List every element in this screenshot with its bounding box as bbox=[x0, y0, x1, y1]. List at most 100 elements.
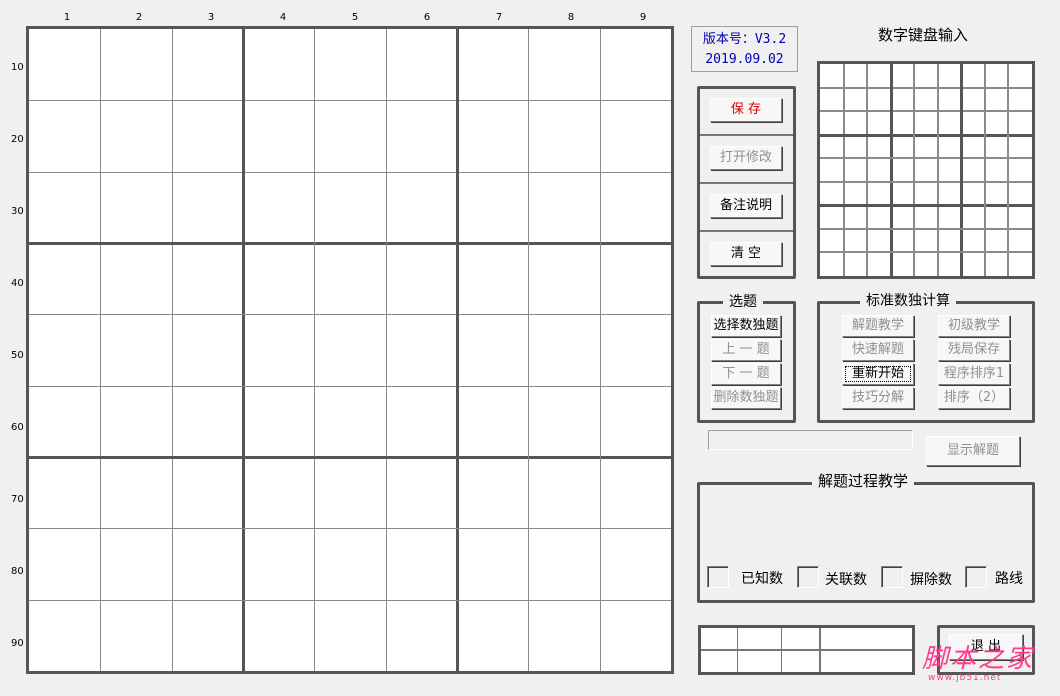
save-button[interactable]: 保 存 bbox=[710, 98, 782, 122]
numpad-grid[interactable] bbox=[817, 61, 1035, 279]
grid-cell[interactable] bbox=[820, 64, 844, 88]
grid-cell[interactable] bbox=[457, 314, 528, 385]
grid-cell[interactable] bbox=[457, 600, 528, 671]
grid-cell[interactable] bbox=[528, 600, 599, 671]
grid-cell[interactable] bbox=[243, 314, 314, 385]
grid-cell[interactable] bbox=[314, 100, 385, 171]
grid-cell[interactable] bbox=[1008, 64, 1032, 88]
grid-cell[interactable] bbox=[938, 64, 962, 88]
grid-cell[interactable] bbox=[820, 158, 844, 182]
sort2-button[interactable]: 排序（2） bbox=[938, 387, 1010, 409]
grid-cell[interactable] bbox=[985, 111, 1009, 135]
grid-cell[interactable] bbox=[314, 172, 385, 243]
grid-cell[interactable] bbox=[172, 386, 243, 457]
grid-cell[interactable] bbox=[1008, 111, 1032, 135]
grid-cell[interactable] bbox=[867, 205, 891, 229]
grid-cell[interactable] bbox=[961, 64, 985, 88]
grid-cell[interactable] bbox=[820, 182, 844, 206]
grid-cell[interactable] bbox=[600, 314, 671, 385]
grid-cell[interactable] bbox=[914, 111, 938, 135]
grid-cell[interactable] bbox=[457, 172, 528, 243]
grid-cell[interactable] bbox=[314, 600, 385, 671]
grid-cell[interactable] bbox=[600, 386, 671, 457]
grid-cell[interactable] bbox=[938, 88, 962, 112]
grid-cell[interactable] bbox=[961, 182, 985, 206]
grid-cell[interactable] bbox=[891, 135, 915, 159]
grid-cell[interactable] bbox=[961, 252, 985, 276]
grid-cell[interactable] bbox=[867, 158, 891, 182]
grid-cell[interactable] bbox=[29, 29, 100, 100]
grid-cell[interactable] bbox=[914, 182, 938, 206]
grid-cell[interactable] bbox=[600, 243, 671, 314]
grid-cell[interactable] bbox=[914, 135, 938, 159]
grid-cell[interactable] bbox=[386, 29, 457, 100]
grid-cell[interactable] bbox=[29, 243, 100, 314]
grid-cell[interactable] bbox=[172, 457, 243, 528]
next-puzzle-button[interactable]: 下 一 题 bbox=[711, 363, 781, 385]
grid-cell[interactable] bbox=[844, 252, 868, 276]
grid-cell[interactable] bbox=[243, 243, 314, 314]
grid-cell[interactable] bbox=[29, 100, 100, 171]
grid-cell[interactable] bbox=[100, 600, 171, 671]
save-partial-button[interactable]: 残局保存 bbox=[938, 339, 1010, 361]
grid-cell[interactable] bbox=[961, 205, 985, 229]
known-checkbox[interactable] bbox=[707, 566, 729, 588]
grid-cell[interactable] bbox=[867, 111, 891, 135]
grid-cell[interactable] bbox=[1008, 229, 1032, 253]
grid-cell[interactable] bbox=[867, 229, 891, 253]
grid-cell[interactable] bbox=[1008, 252, 1032, 276]
grid-cell[interactable] bbox=[29, 172, 100, 243]
grid-cell[interactable] bbox=[528, 100, 599, 171]
show-solution-button[interactable]: 显示解题 bbox=[926, 436, 1020, 466]
grid-cell[interactable] bbox=[891, 205, 915, 229]
grid-cell[interactable] bbox=[867, 182, 891, 206]
grid-cell[interactable] bbox=[457, 528, 528, 599]
grid-cell[interactable] bbox=[914, 88, 938, 112]
grid-cell[interactable] bbox=[985, 158, 1009, 182]
grid-cell[interactable] bbox=[961, 88, 985, 112]
grid-cell[interactable] bbox=[844, 229, 868, 253]
grid-cell[interactable] bbox=[386, 600, 457, 671]
grid-cell[interactable] bbox=[314, 457, 385, 528]
grid-cell[interactable] bbox=[457, 457, 528, 528]
grid-cell[interactable] bbox=[600, 600, 671, 671]
grid-cell[interactable] bbox=[100, 172, 171, 243]
sort1-button[interactable]: 程序排序1 bbox=[938, 363, 1010, 385]
grid-cell[interactable] bbox=[172, 314, 243, 385]
grid-cell[interactable] bbox=[528, 172, 599, 243]
grid-cell[interactable] bbox=[844, 135, 868, 159]
grid-cell[interactable] bbox=[100, 457, 171, 528]
delete-puzzle-button[interactable]: 删除数独题 bbox=[711, 387, 781, 409]
grid-cell[interactable] bbox=[29, 457, 100, 528]
grid-cell[interactable] bbox=[867, 64, 891, 88]
grid-cell[interactable] bbox=[386, 314, 457, 385]
sudoku-grid[interactable] bbox=[26, 26, 674, 674]
grid-cell[interactable] bbox=[1008, 182, 1032, 206]
grid-cell[interactable] bbox=[100, 243, 171, 314]
grid-cell[interactable] bbox=[172, 600, 243, 671]
grid-cell[interactable] bbox=[891, 229, 915, 253]
grid-cell[interactable] bbox=[891, 158, 915, 182]
grid-cell[interactable] bbox=[961, 229, 985, 253]
grid-cell[interactable] bbox=[961, 135, 985, 159]
grid-cell[interactable] bbox=[457, 386, 528, 457]
grid-cell[interactable] bbox=[314, 314, 385, 385]
grid-cell[interactable] bbox=[914, 158, 938, 182]
grid-cell[interactable] bbox=[938, 182, 962, 206]
grid-cell[interactable] bbox=[867, 252, 891, 276]
grid-cell[interactable] bbox=[243, 528, 314, 599]
grid-cell[interactable] bbox=[528, 243, 599, 314]
grid-cell[interactable] bbox=[867, 88, 891, 112]
grid-cell[interactable] bbox=[100, 528, 171, 599]
grid-cell[interactable] bbox=[29, 314, 100, 385]
grid-cell[interactable] bbox=[820, 252, 844, 276]
grid-cell[interactable] bbox=[243, 29, 314, 100]
grid-cell[interactable] bbox=[100, 386, 171, 457]
grid-cell[interactable] bbox=[820, 88, 844, 112]
grid-cell[interactable] bbox=[844, 111, 868, 135]
clear-button[interactable]: 清 空 bbox=[710, 242, 782, 266]
grid-cell[interactable] bbox=[914, 64, 938, 88]
teach-solve-button[interactable]: 解题教学 bbox=[842, 315, 914, 337]
grid-cell[interactable] bbox=[100, 314, 171, 385]
quick-solve-button[interactable]: 快速解题 bbox=[842, 339, 914, 361]
